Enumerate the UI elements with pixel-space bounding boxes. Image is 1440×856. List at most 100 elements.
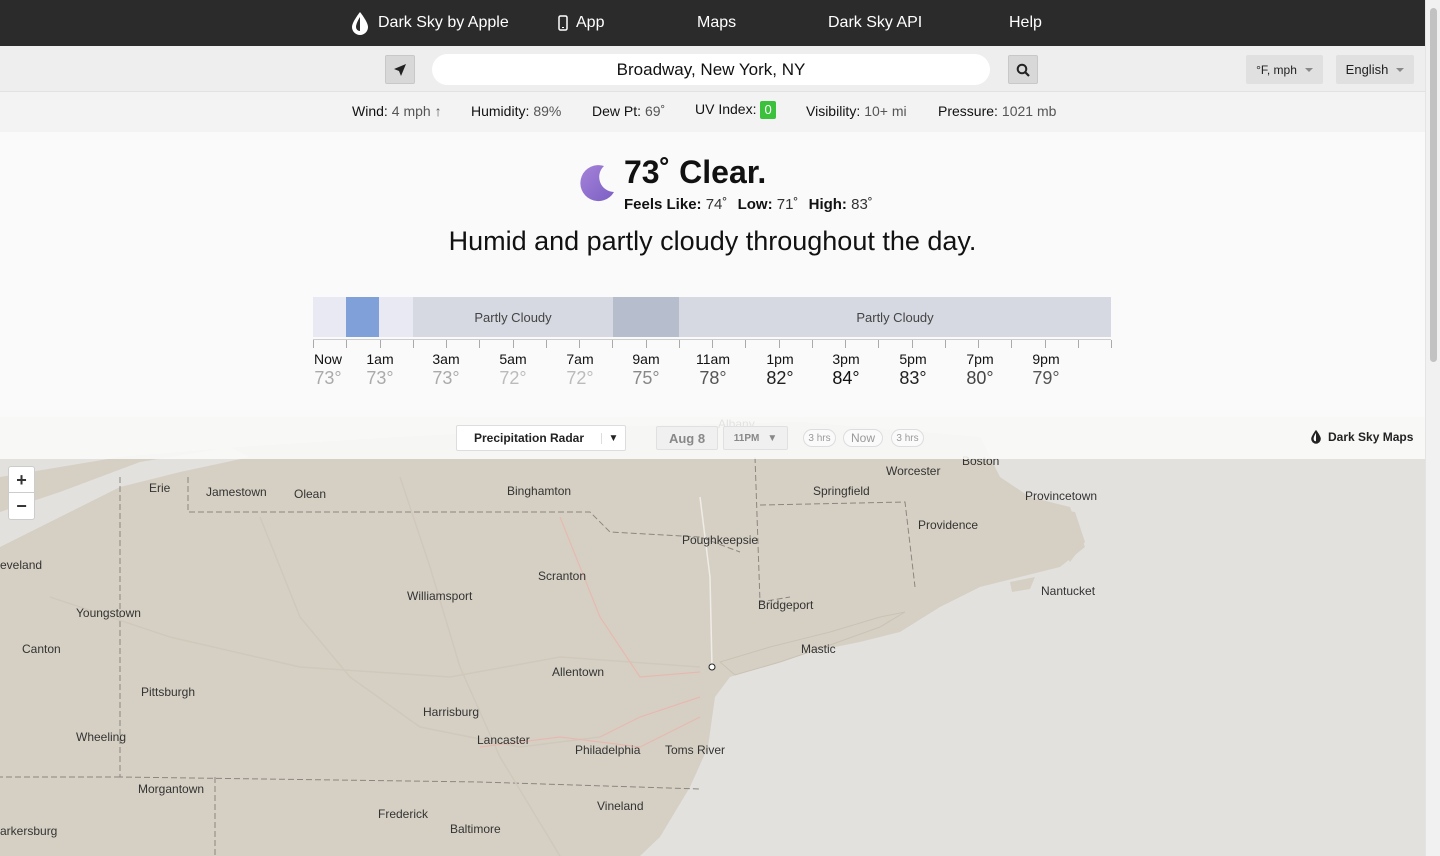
condition-segment[interactable] — [313, 297, 346, 337]
hour-label: 9am — [632, 351, 660, 367]
hour-tick — [346, 340, 348, 348]
hour-temperature: 79° — [1032, 368, 1060, 388]
clear-night-moon-icon — [580, 165, 614, 202]
condition-segment[interactable]: Partly Cloudy — [679, 297, 1111, 337]
search-button[interactable] — [1008, 55, 1038, 84]
map-back-label: 3 hrs — [808, 432, 831, 444]
hour-tick — [1077, 340, 1079, 348]
dew-point-label: Dew Pt: — [592, 103, 642, 119]
condition-segment[interactable] — [379, 297, 413, 337]
map-city-label: Jamestown — [206, 485, 267, 499]
condition-segment[interactable] — [613, 297, 679, 337]
map-city-label: Poughkeepsie — [682, 533, 759, 547]
map-city-label: Springfield — [813, 484, 870, 498]
humidity-label: Humidity: — [471, 103, 530, 119]
map-forward-3hrs-button[interactable]: 3 hrs — [891, 429, 924, 447]
hour-tick — [1011, 340, 1013, 348]
hour-temperature: 82° — [766, 368, 794, 388]
map-city-label: Worcester — [886, 464, 941, 478]
map-city-label: Frederick — [378, 807, 429, 821]
hour-tick — [745, 340, 747, 348]
pressure-value: 1021 mb — [1001, 103, 1057, 119]
feels-like-label: Feels Like: — [624, 196, 702, 213]
humidity-value: 89% — [533, 103, 562, 119]
location-search-input[interactable] — [432, 54, 990, 85]
wind-value: 4 mph ↑ — [391, 103, 442, 119]
zoom-in-button[interactable]: + — [9, 467, 34, 493]
zoom-out-button[interactable]: − — [9, 493, 34, 519]
map-city-label: Bridgeport — [758, 598, 814, 612]
map-city-label: Nantucket — [1041, 584, 1096, 598]
feels-like-row: Feels Like: 74˚ Low: 71˚ High: 83˚ — [624, 196, 879, 213]
hour-temperature: 83° — [899, 368, 927, 388]
dew-point-stat: Dew Pt: 69˚ — [592, 103, 665, 119]
nav-brand-label: Dark Sky by Apple — [378, 14, 509, 31]
map-date-button[interactable]: Aug 8 — [656, 426, 718, 450]
visibility-value: 10+ mi — [864, 103, 907, 119]
units-dropdown[interactable]: °F, mph — [1246, 55, 1323, 84]
map-city-label: Canton — [22, 642, 61, 656]
visibility-stat: Visibility: 10+ mi — [806, 103, 907, 119]
hour-label: 11am — [696, 351, 730, 367]
hour-tick — [379, 340, 381, 348]
map-city-label: Scranton — [538, 569, 587, 583]
dropdown-arrow-icon: ▼ — [767, 432, 778, 444]
hourly-ticks — [313, 339, 1112, 349]
dropdown-arrow-icon: ▼ — [601, 432, 625, 444]
map-city-label: Baltimore — [450, 822, 501, 836]
scrollbar-thumb[interactable] — [1430, 8, 1437, 362]
phone-icon — [558, 15, 568, 31]
forecast-summary: 73˚ Clear. Feels Like: 74˚ Low: 71˚ High… — [0, 132, 1425, 459]
radar-map[interactable]: AlbanyBostonWorcesterErieJamestownOleanB… — [0, 417, 1425, 856]
low-label: Low: — [737, 196, 773, 213]
nav-api-link[interactable]: Dark Sky API — [828, 0, 922, 46]
map-time-select[interactable]: 11PM ▼ — [723, 426, 788, 450]
nav-help-link[interactable]: Help — [1009, 0, 1042, 46]
dark-sky-maps-link[interactable]: Dark Sky Maps — [1310, 429, 1413, 444]
map-forward-label: 3 hrs — [896, 432, 919, 444]
hour-label: 1am — [366, 351, 394, 367]
hourly-condition-bar[interactable]: Partly Cloudy Partly Cloudy — [313, 297, 1111, 337]
dew-point-value: 69˚ — [645, 103, 666, 119]
uv-index-stat: UV Index: 0 — [695, 101, 776, 119]
hour-tick — [678, 340, 680, 348]
low-value: 71˚ — [776, 196, 799, 213]
map-zoom-control: + − — [8, 466, 35, 520]
caret-down-icon — [1304, 67, 1313, 72]
map-city-label: Youngstown — [76, 606, 141, 620]
map-city-label: eveland — [0, 558, 43, 572]
hour-label: 7pm — [966, 351, 994, 367]
hour-label: 3am — [432, 351, 460, 367]
nav-app-link[interactable]: App — [558, 0, 604, 46]
map-city-label: Harrisburg — [423, 705, 480, 719]
map-now-button[interactable]: Now — [843, 429, 883, 447]
units-label: °F, mph — [1256, 62, 1297, 77]
condition-segment[interactable] — [346, 297, 379, 337]
hour-temperature: 78° — [699, 368, 727, 388]
hour-temperature: 72° — [566, 368, 594, 388]
map-back-3hrs-button[interactable]: 3 hrs — [803, 429, 836, 447]
feels-like-value: 74˚ — [705, 196, 728, 213]
language-dropdown[interactable]: English — [1336, 55, 1414, 84]
current-temperature-headline: 73˚ Clear. — [624, 154, 767, 190]
search-row: °F, mph English — [0, 46, 1425, 92]
hour-tick — [645, 340, 647, 348]
raindrop-logo-icon — [352, 12, 368, 35]
nav-api-label: Dark Sky API — [828, 14, 923, 31]
map-time-label: 11PM — [733, 432, 760, 444]
hour-tick — [978, 340, 979, 348]
nav-maps-link[interactable]: Maps — [697, 0, 736, 46]
map-layer-select[interactable]: Precipitation Radar ▼ — [456, 425, 626, 451]
hour-tick — [944, 340, 946, 348]
hour-tick — [778, 340, 780, 348]
map-toolbar: Precipitation Radar ▼ Aug 8 11PM ▼ 3 hrs… — [0, 417, 1425, 459]
hour-temperature: 73° — [432, 368, 460, 388]
locate-button[interactable] — [385, 55, 415, 84]
page-scrollbar[interactable] — [1425, 0, 1440, 856]
hour-tick — [446, 340, 447, 348]
hour-tick — [911, 340, 913, 348]
nav-brand-link[interactable]: Dark Sky by Apple — [350, 0, 509, 46]
condition-segment[interactable]: Partly Cloudy — [413, 297, 613, 337]
map-city-label: Erie — [149, 481, 171, 495]
map-layer-label: Precipitation Radar — [473, 431, 585, 445]
